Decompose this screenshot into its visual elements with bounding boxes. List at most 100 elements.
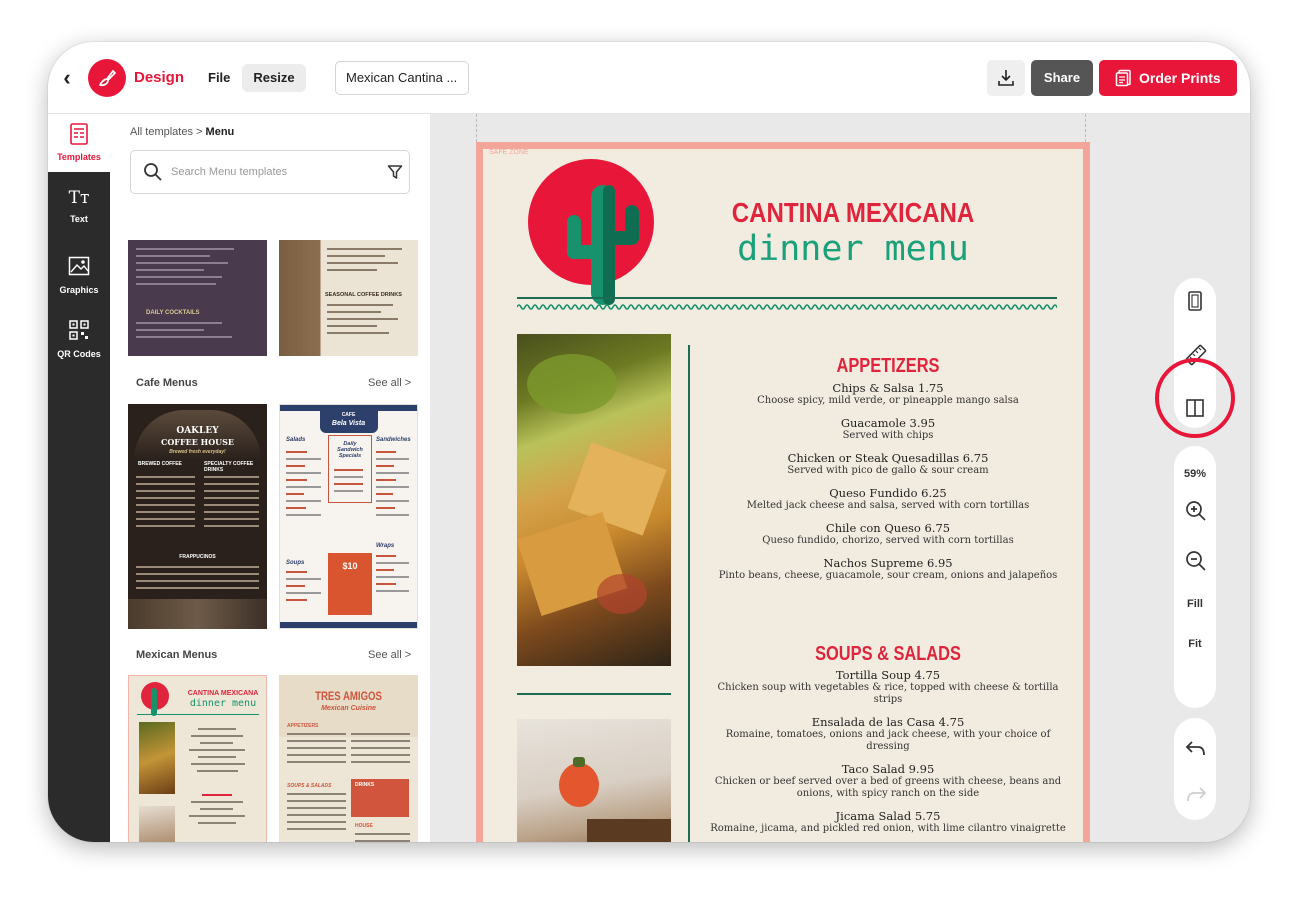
fill-button[interactable]: Fill: [1174, 598, 1216, 610]
breadcrumb: All templates > Menu: [130, 126, 234, 138]
order-prints-button[interactable]: Order Prints: [1099, 60, 1237, 96]
soups-heading[interactable]: SOUPS & SALADS: [736, 643, 1039, 666]
thumb-line: [286, 578, 321, 580]
thumb-line: [376, 472, 409, 474]
thumb-line: [286, 500, 321, 502]
thumb-heading: HOUSE: [355, 823, 373, 829]
rail-templates[interactable]: Templates: [48, 114, 110, 172]
menu-item-description: Romaine, tomatoes, onions and jack chees…: [725, 729, 1051, 752]
template-thumb-cantina[interactable]: CANTINA MEXICANA dinner menu: [128, 675, 267, 842]
redo-button[interactable]: [1174, 776, 1216, 812]
filter-icon[interactable]: [387, 164, 403, 180]
menu-item[interactable]: Guacamole 3.95 Served with chips: [703, 417, 1073, 442]
rail-qr-codes-label: QR Codes: [57, 349, 101, 359]
thumb-lines: [327, 304, 410, 339]
thumb-line: [351, 747, 410, 749]
templates-icon: [70, 123, 88, 145]
rail-text[interactable]: Tт Text: [48, 186, 110, 244]
thumb-heading: Daily Sandwich Specials: [337, 441, 363, 459]
thumb-line: [136, 566, 259, 568]
design-canvas[interactable]: SAFE ZONE CANTINA MEXICANA dinner menu A…: [430, 114, 1250, 842]
thumb-line: [376, 479, 396, 481]
habanero-photo[interactable]: [517, 719, 671, 842]
page-icon: [1188, 291, 1202, 311]
share-button[interactable]: Share: [1031, 60, 1093, 96]
thumb-line: [287, 740, 346, 742]
thumb-line: [204, 525, 259, 527]
thumb-line: [136, 573, 259, 575]
template-thumb-cocktails[interactable]: DAILY COCKTAILS: [128, 240, 267, 356]
photo-detail: [597, 574, 647, 614]
download-button[interactable]: [987, 60, 1025, 96]
template-thumb-bela-vista[interactable]: CAFE Bela Vista Salads Sandwiches Daily …: [279, 404, 418, 629]
menu-item-name: Jicama Salad 5.75: [835, 809, 941, 823]
template-thumb-seasonal-coffee[interactable]: SEASONAL COFFEE DRINKS: [279, 240, 418, 356]
back-arrow-icon[interactable]: ‹: [56, 64, 78, 92]
fit-button[interactable]: Fit: [1174, 638, 1216, 650]
menu-title-line2[interactable]: dinner menu: [683, 229, 1023, 269]
thumb-line: [136, 490, 195, 492]
thumb-line: [327, 325, 377, 327]
template-search-input[interactable]: Search Menu templates: [130, 150, 410, 194]
template-thumb-tres-amigos[interactable]: TRES AMIGOS Mexican Cuisine APPETIZERS S…: [279, 675, 418, 842]
see-all-mexican-link[interactable]: See all >: [368, 649, 411, 661]
thumb-line: [204, 490, 259, 492]
zoom-in-button[interactable]: [1174, 492, 1216, 528]
menu-item[interactable]: Queso Fundido 6.25 Melted jack cheese and…: [703, 487, 1073, 512]
menu-item-description: Choose spicy, mild verde, or pineapple m…: [757, 395, 1019, 406]
thumb-lines: [136, 248, 259, 290]
menu-item-description: Pinto beans, cheese, guacamole, sour cre…: [718, 570, 1058, 581]
breadcrumb-separator: >: [196, 126, 203, 138]
menu-item[interactable]: Nachos Supreme 6.95 Pinto beans, cheese, …: [703, 557, 1073, 582]
menu-item[interactable]: Ensalada de las Casa 4.75 Romaine, tomato…: [703, 716, 1073, 753]
zoom-out-icon: [1186, 551, 1206, 571]
template-thumb-oakley[interactable]: OAKLEY COFFEE HOUSE Brewed fresh everyda…: [128, 404, 267, 629]
menu-item[interactable]: Tortilla Soup 4.75 Chicken soup with vege…: [703, 669, 1073, 706]
thumb-line: [286, 479, 307, 481]
menu-item-name: Chile con Queso 6.75: [825, 521, 951, 535]
thumb-title: OAKLEY: [176, 426, 219, 436]
safe-zone-label: SAFE ZONE: [489, 149, 529, 156]
thumb-line: [136, 525, 195, 527]
appetizers-heading[interactable]: APPETIZERS: [736, 355, 1039, 378]
see-all-cafe-link[interactable]: See all >: [368, 377, 411, 389]
document-title-input[interactable]: Mexican Cantina ...: [335, 61, 469, 95]
thumb-line: [287, 807, 346, 809]
menu-page[interactable]: SAFE ZONE CANTINA MEXICANA dinner menu A…: [476, 142, 1090, 842]
thumb-line: [136, 483, 195, 485]
thumb-line: [198, 728, 236, 730]
thumb-line: [327, 262, 398, 264]
thumb-line: [190, 801, 243, 803]
thumb-line: [327, 304, 394, 306]
menu-item-name: Queso Fundido 6.25: [829, 486, 947, 500]
menu-item-description: Served with pico de gallo & sour cream: [787, 465, 989, 476]
thumb-line: [286, 493, 304, 495]
thumb-line: [136, 518, 195, 520]
file-menu[interactable]: File: [202, 64, 236, 92]
menu-item[interactable]: Chile con Queso 6.75 Queso fundido, chori…: [703, 522, 1073, 547]
thumb-lines: [183, 794, 258, 829]
thumb-line: [136, 336, 232, 338]
rail-qr-codes[interactable]: QR Codes: [48, 314, 110, 372]
menu-item[interactable]: Chicken or Steak Quesadillas 6.75 Served …: [703, 452, 1073, 477]
wavy-divider[interactable]: [517, 297, 1057, 311]
resize-button[interactable]: Resize: [242, 64, 306, 92]
menu-item[interactable]: Chips & Salsa 1.75 Choose spicy, mild ver…: [703, 382, 1073, 407]
menu-title-line1[interactable]: CANTINA MEXICANA: [707, 197, 999, 229]
page-view-button[interactable]: [1174, 282, 1216, 318]
menu-item[interactable]: Jicama Salad 5.75 Romaine, jicama, and pi…: [703, 810, 1073, 835]
thumb-lines: [334, 469, 363, 497]
brand-name: Design: [134, 69, 185, 86]
thumb-line: [327, 248, 402, 250]
thumb-heading: BREWED COFFEE: [138, 461, 182, 467]
cactus-icon[interactable]: [563, 185, 643, 305]
thumb-line: [376, 583, 396, 585]
brand-logo-icon: [88, 59, 126, 97]
thumb-line: [286, 599, 307, 601]
rail-graphics[interactable]: Graphics: [48, 250, 110, 308]
undo-button[interactable]: [1174, 730, 1216, 766]
nachos-photo[interactable]: [517, 334, 671, 666]
zoom-out-button[interactable]: [1174, 542, 1216, 578]
menu-item[interactable]: Taco Salad 9.95 Chicken or beef served ov…: [703, 763, 1073, 800]
breadcrumb-root[interactable]: All templates: [130, 126, 193, 138]
